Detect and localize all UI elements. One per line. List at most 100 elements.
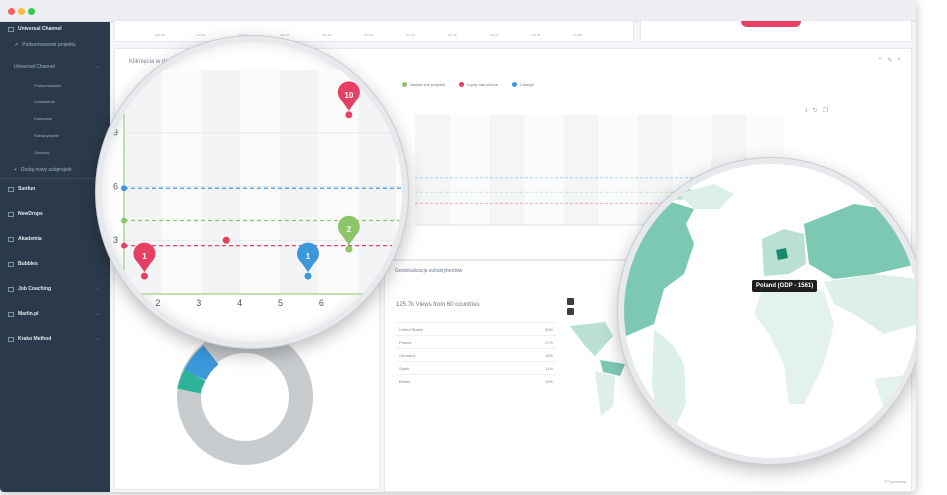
- chart-tools: ⤓ ↻ ❐: [805, 107, 828, 114]
- chevron-down-icon[interactable]: ⌄: [96, 336, 100, 342]
- magnifier-map: Poland (GDP - 1561): [618, 158, 916, 464]
- table-row: Britain 10%: [396, 374, 556, 387]
- top-right-panel: [640, 20, 912, 42]
- data-point: [222, 236, 230, 244]
- data-point: [304, 272, 312, 280]
- minimize-window-icon[interactable]: [18, 8, 25, 15]
- close-icon[interactable]: ×: [897, 57, 901, 64]
- top-chart-panel: Sep 28 Oct 01 Oct 04 Oct 07 Oct 10 Oct 13 Oct …: [114, 20, 634, 42]
- donut-segment-blue: [184, 345, 219, 381]
- copy-icon[interactable]: ❐: [823, 107, 828, 114]
- sidebar: Universal Channel ↗ Podsumowanie projektu…: [0, 22, 110, 492]
- grid-band: [600, 115, 636, 225]
- top-axis-tick: Oct 22: [489, 33, 499, 37]
- sidebar-item-dodaj-subprojekt[interactable]: + Dodaj nowy subprojekt: [14, 165, 72, 175]
- top-axis-tick: Sep 28: [155, 33, 165, 37]
- chart-legend: Nazwa sub projektu Łączy nas słońce Chan…: [402, 82, 534, 87]
- map-poland[interactable]: [776, 248, 788, 260]
- sidebar-item-marlin[interactable]: Marlin.pl: [8, 309, 39, 319]
- table-row: Germany 16%: [396, 348, 556, 361]
- plus-icon: +: [14, 167, 17, 173]
- grid-band: [489, 115, 525, 225]
- sidebar-divider: [0, 178, 110, 179]
- chevron-down-icon[interactable]: ⌄: [96, 286, 100, 292]
- x-tick-label: 6: [319, 298, 324, 308]
- average-dot: [121, 217, 127, 224]
- sidebar-item-universal-channel[interactable]: Universal Channel: [8, 24, 62, 34]
- views-summary: 125.7k Views from 60 countries: [396, 302, 480, 308]
- data-label: 10: [344, 91, 353, 100]
- sidebar-item-doskimy[interactable]: Doskimy: [34, 147, 49, 157]
- legend-dot-icon: [511, 82, 517, 87]
- sidebar-item-newdrops[interactable]: NewDrops: [8, 209, 43, 219]
- grid-icon: [8, 286, 14, 292]
- app-window: Universal Channel ↗ Podsumowanie projektu…: [0, 0, 916, 492]
- zoom-in-button[interactable]: [567, 298, 574, 305]
- maximize-window-icon[interactable]: [28, 8, 35, 15]
- data-label: 2: [347, 225, 352, 234]
- grid-band: [526, 115, 562, 225]
- magnifier-chart: 36912345621101: [96, 36, 408, 348]
- grid-icon: [8, 336, 14, 342]
- legend-item[interactable]: Change: [511, 82, 534, 87]
- sidebar-item-krako-method[interactable]: Krako Method: [8, 334, 51, 344]
- data-point: [140, 272, 148, 280]
- sidebar-item-kampanie[interactable]: Kampanie: [34, 113, 52, 123]
- donut-fragment: [741, 21, 801, 27]
- top-axis-tick: Oct 28: [573, 33, 583, 37]
- table-row: United States 33%: [396, 322, 556, 335]
- sidebar-item-sunfun[interactable]: Sunfun: [8, 184, 35, 194]
- legend-dot-icon: [402, 82, 407, 87]
- edit-icon[interactable]: ✎: [887, 57, 892, 64]
- grid-band: [202, 70, 240, 294]
- zoom-out-button[interactable]: [567, 308, 574, 315]
- collapse-icon[interactable]: ⌃: [877, 57, 882, 64]
- grid-band: [163, 70, 201, 294]
- donut-segment-green: [177, 369, 206, 394]
- x-tick-label: 4: [237, 298, 242, 308]
- chart-icon: ↗: [14, 42, 19, 48]
- sidebar-item-job-coaching[interactable]: Job Coaching: [8, 284, 51, 294]
- legend-item[interactable]: Nazwa sub projektu: [402, 82, 445, 87]
- world-map[interactable]: [624, 164, 916, 458]
- map-land: [595, 371, 615, 416]
- top-axis-tick: Oct 19: [447, 33, 457, 37]
- panel-controls: ⌃ ✎ ×: [877, 57, 901, 64]
- sidebar-item-bubbles[interactable]: Bubbles: [8, 259, 38, 269]
- data-label: 1: [306, 252, 311, 261]
- scatter-chart: 36912345621101: [113, 70, 402, 308]
- legend-item[interactable]: Łączy nas słońce: [459, 82, 498, 87]
- top-axis-tick: Oct 13: [364, 33, 373, 37]
- top-axis-tick: Oct 01: [196, 33, 206, 37]
- chevron-down-icon[interactable]: ⌄: [96, 64, 100, 70]
- data-point: [345, 111, 353, 119]
- folder-icon: [8, 26, 14, 32]
- data-label: 1: [142, 252, 147, 261]
- map-land: [570, 322, 613, 356]
- download-icon[interactable]: ⤓: [805, 107, 808, 114]
- sidebar-item-subskrybowie[interactable]: Subskrybowie: [34, 130, 59, 140]
- sidebar-item-universal-channel-sub[interactable]: Universal Channel: [14, 62, 55, 72]
- grid-icon: [8, 211, 14, 217]
- y-tick-label: 3: [113, 235, 118, 245]
- grid-icon: [8, 236, 14, 242]
- top-axis-tick: Oct 16: [405, 33, 415, 37]
- refresh-icon[interactable]: ↻: [813, 107, 818, 114]
- grid-icon: [8, 186, 14, 192]
- chevron-down-icon[interactable]: ⌄: [96, 311, 100, 317]
- grid-icon: [8, 261, 14, 267]
- window-titlebar: [0, 0, 916, 22]
- sidebar-item-podsumowanie-projektu[interactable]: ↗ Podsumowanie projektu: [14, 40, 76, 50]
- sidebar-item-podsumowanie[interactable]: Podsumowanie: [34, 80, 61, 90]
- close-window-icon[interactable]: [8, 8, 15, 15]
- sidebar-item-akademia[interactable]: Akademia: [8, 234, 42, 244]
- top-axis-tick: Oct 07: [280, 33, 290, 37]
- x-tick-label: 3: [196, 298, 201, 308]
- data-point: [345, 245, 353, 253]
- grid-band: [241, 70, 279, 294]
- countries-table: United States 33% France 27% Germany 16% Sp…: [396, 322, 556, 387]
- sidebar-item-uzlasnienia[interactable]: Uzłasnienia: [34, 96, 55, 106]
- average-dot: [121, 242, 127, 249]
- footer: © Synerway: [884, 479, 906, 484]
- top-axis-tick: Oct 10: [322, 33, 332, 37]
